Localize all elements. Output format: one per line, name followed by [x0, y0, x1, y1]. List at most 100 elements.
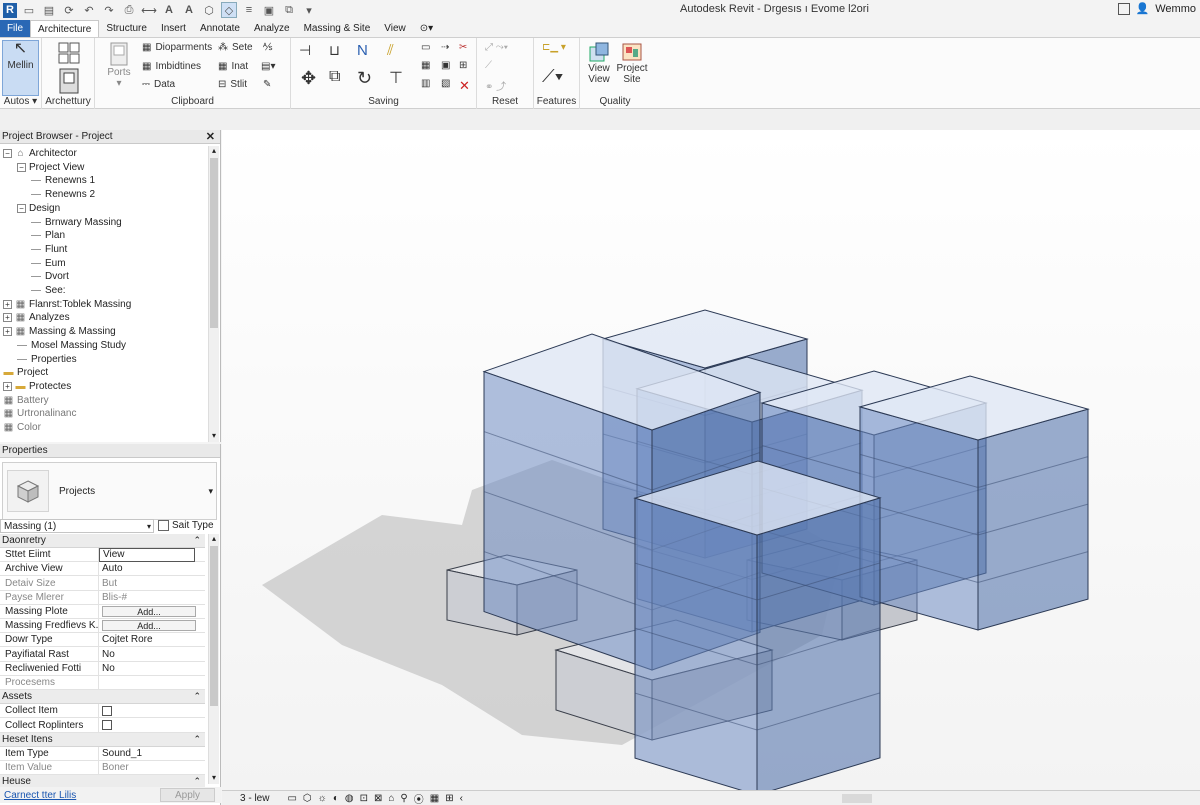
collapse-arrow-icon[interactable]: ‹ [460, 793, 463, 804]
tree-item[interactable]: Properties [17, 353, 77, 366]
tree-item[interactable]: + ▦ Massing & Massing [3, 325, 116, 338]
reset-tool-3[interactable]: ⚭ ⤴ [485, 78, 506, 93]
user-icon[interactable]: 👤 [1136, 2, 1150, 15]
redo-icon[interactable]: ↷ [101, 2, 117, 18]
close-hidden-icon[interactable]: ▣ [261, 2, 277, 18]
modify-button[interactable]: ↖ Mellin [2, 40, 39, 96]
tab-massing-site[interactable]: Massing & Site [297, 20, 378, 37]
property-value-cell[interactable]: Add... [99, 605, 205, 619]
clipboard-item-2[interactable]: ▦ Imbidtines [142, 61, 201, 72]
user-name[interactable]: Wemmo [1155, 3, 1196, 15]
tree-item[interactable]: Flunt [31, 243, 67, 256]
section-icon[interactable]: ◇ [221, 2, 237, 18]
select-group-label[interactable]: Autos ▾ [0, 96, 41, 107]
delete-button[interactable]: ✕ [459, 78, 470, 94]
tree-item[interactable]: Dvort [31, 270, 69, 283]
abc-button[interactable]: ⅍ [263, 42, 272, 53]
small-tool-2[interactable]: ⇢ [441, 42, 449, 53]
mass-face-right[interactable] [756, 497, 881, 796]
tab-annotate[interactable]: Annotate [193, 20, 247, 37]
archetury-label[interactable]: Archettury [42, 96, 94, 107]
undo-icon[interactable]: ↶ [81, 2, 97, 18]
property-value[interactable]: Sound_1 [102, 748, 142, 759]
tab-architecture[interactable]: Architecture [30, 20, 100, 37]
reset-tool-1[interactable]: ⤢ ⤳▾ [485, 42, 508, 53]
tab-file[interactable]: File [0, 20, 30, 37]
property-section[interactable]: Assets ⌃ [0, 690, 205, 705]
add-button[interactable]: Add... [102, 606, 196, 617]
scroll-down-icon[interactable]: ▾ [209, 773, 219, 784]
tree-item[interactable]: − ⌂ Architector [3, 147, 77, 160]
mirror-button[interactable]: N [357, 42, 368, 59]
property-value-cell[interactable]: Blis-# [99, 590, 205, 604]
small-tool-8[interactable]: ▧ [441, 78, 450, 89]
project-site-button[interactable]: Project Site [616, 41, 648, 85]
features-tool-1[interactable]: ⊏▁ ▾ [542, 42, 566, 53]
crop-view-icon[interactable]: ⊡ [360, 793, 368, 804]
tree-item[interactable]: ▦ Color [3, 421, 41, 434]
tree-item[interactable]: Mosel Massing Study [17, 339, 126, 352]
clipboard-item-6[interactable]: ⊟ Stlit [218, 79, 247, 90]
small-tool-1[interactable]: ▭ [421, 42, 430, 53]
measure-icon[interactable]: ⟷ [141, 2, 157, 18]
customize-qat-icon[interactable]: ▾ [301, 2, 317, 18]
scroll-up-icon[interactable]: ▴ [209, 146, 219, 157]
property-value-cell[interactable]: Boner [99, 761, 205, 775]
tab-analyze[interactable]: Analyze [247, 20, 297, 37]
tree-item[interactable]: − Project View [17, 161, 84, 174]
3d-viewport[interactable] [222, 130, 1200, 796]
small-tool-5[interactable]: ▣ [441, 60, 450, 71]
property-value-cell[interactable]: No [99, 661, 205, 675]
detail-level-icon[interactable]: ▭ [287, 793, 296, 804]
tab-overflow-icon[interactable]: ⊙▾ [413, 20, 440, 37]
property-value-cell[interactable] [99, 718, 205, 732]
scroll-thumb[interactable] [210, 546, 218, 706]
small-tool-4[interactable]: ▦ [421, 60, 430, 71]
scroll-thumb[interactable] [210, 158, 218, 328]
close-icon[interactable]: ✕ [206, 130, 215, 143]
property-value-cell[interactable]: No [99, 647, 205, 661]
massing-model[interactable] [222, 130, 1200, 796]
project-browser-scrollbar[interactable]: ▴ ▾ [208, 146, 219, 442]
shadows-icon[interactable]: ◐ [333, 793, 339, 804]
property-value-cell[interactable]: Add... [99, 619, 205, 633]
view-view-button[interactable]: View View [584, 41, 614, 85]
mass-face-left[interactable] [634, 497, 758, 796]
tree-item[interactable]: + ▦ Analyzes [3, 311, 70, 324]
type-selector[interactable]: Projects ▾ [2, 462, 217, 520]
expand-icon[interactable]: + [3, 327, 12, 337]
align-button[interactable]: ⊣ [299, 42, 311, 59]
add-button[interactable]: Add... [102, 620, 196, 632]
tag-icon[interactable]: A [181, 2, 197, 18]
panel-button[interactable]: ▤▾ [261, 61, 275, 72]
move-button[interactable]: ✥ [301, 68, 316, 89]
properties-help-link[interactable]: Carnect tter Lilis [4, 790, 76, 801]
property-value-cell[interactable]: But [99, 576, 205, 590]
edit-type-button[interactable]: Sait Type [158, 518, 214, 533]
property-value[interactable]: Auto [102, 563, 123, 574]
tab-structure[interactable]: Structure [99, 20, 154, 37]
revit-logo-icon[interactable]: R [3, 2, 17, 18]
property-value-cell[interactable] [99, 676, 205, 690]
ports-button[interactable]: Ports ▾ [103, 41, 135, 89]
constraints-icon[interactable]: ⊞ [445, 793, 453, 804]
offset-button[interactable]: ⊔ [329, 42, 340, 59]
tree-item[interactable]: Brnwary Massing [31, 216, 122, 229]
tab-insert[interactable]: Insert [154, 20, 193, 37]
collapse-icon[interactable]: − [17, 203, 26, 213]
open-icon[interactable]: ▭ [21, 2, 37, 18]
text-icon[interactable]: A [161, 2, 177, 18]
property-value[interactable]: View [103, 549, 125, 560]
print-icon[interactable]: ⎙ [121, 2, 137, 18]
instance-selector[interactable]: Massing (1) ▾ [0, 519, 154, 533]
tree-item[interactable]: See: [31, 284, 66, 297]
collapse-section-icon[interactable]: ⌃ [193, 734, 201, 745]
tree-item[interactable]: ▬ Project [3, 366, 49, 379]
sun-path-icon[interactable]: ☼ [318, 793, 327, 804]
property-value[interactable]: No [102, 649, 115, 660]
lock-view-icon[interactable]: ⌂ [388, 793, 394, 804]
clipboard-item-1[interactable]: ▦ Dioparments [142, 42, 212, 53]
tree-item[interactable]: Renewns 2 [31, 188, 95, 201]
properties-scrollbar[interactable]: ▴ ▾ [208, 534, 219, 784]
view-scale[interactable]: 3 - lew [240, 793, 269, 804]
